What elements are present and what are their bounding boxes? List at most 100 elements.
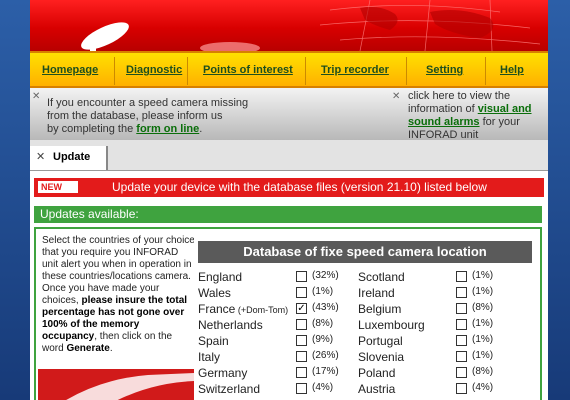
app-window: Homepage Diagnostic Points of interest T… [30, 0, 548, 400]
country-name: Italy [198, 350, 221, 364]
country-name: Germany [198, 366, 248, 380]
country-name: Portugal [358, 334, 403, 348]
country-row: France (+Dom-Tom) ✓ (43%) [198, 302, 352, 316]
info-bar: ✕ If you encounter a speed camera missin… [30, 88, 548, 141]
header-decoration [81, 0, 541, 51]
country-checkbox[interactable] [296, 287, 307, 298]
country-checkbox[interactable] [456, 303, 467, 314]
memory-percentage: (1%) [472, 334, 494, 345]
nav-help[interactable]: Help [500, 64, 524, 76]
country-checkbox[interactable] [296, 351, 307, 362]
nav-setting[interactable]: Setting [426, 64, 463, 76]
note-period: . [199, 123, 203, 135]
memory-percentage: (1%) [472, 350, 494, 361]
memory-percentage: (9%) [312, 334, 334, 345]
country-name: Austria [358, 382, 396, 396]
country-checkbox[interactable] [296, 271, 307, 282]
camera-database-table: Database of fixe speed camera location E… [194, 237, 532, 400]
satellite-dish-icon [81, 22, 129, 51]
country-row: Germany (17%) [198, 366, 352, 380]
country-name: France (+Dom-Tom) [198, 302, 289, 316]
country-checkbox[interactable] [456, 383, 467, 394]
note-line-3: by completing the [47, 123, 134, 135]
country-checkbox[interactable] [296, 335, 307, 346]
country-name: Netherlands [198, 318, 263, 332]
country-name: Spain [198, 334, 229, 348]
country-row: Spain (9%) [198, 334, 352, 348]
memory-percentage: (4%) [312, 382, 334, 393]
visual-sound-alarms-link[interactable]: visual and [478, 103, 532, 115]
country-row: Italy (26%) [198, 350, 352, 364]
country-checkbox[interactable] [456, 319, 467, 330]
updates-available-label: Updates available: [40, 207, 139, 221]
country-row: England (32%) [198, 270, 352, 284]
desktop-left-edge [0, 0, 30, 400]
updates-panel: Select the countries of your choice that… [34, 227, 542, 400]
main-nav: Homepage Diagnostic Points of interest T… [30, 51, 548, 88]
update-notice-bar: NEW Update your device with the database… [34, 178, 544, 197]
visual-sound-alarms-link-2[interactable]: sound alarms [408, 116, 480, 128]
country-checkbox[interactable] [456, 367, 467, 378]
country-checkbox[interactable] [456, 287, 467, 298]
country-row: Wales (1%) [198, 286, 352, 300]
country-checkbox[interactable] [456, 271, 467, 282]
close-icon[interactable]: ✕ [392, 91, 400, 102]
country-name: Switzerland [198, 382, 261, 396]
country-checkbox[interactable] [296, 319, 307, 330]
country-name: Ireland [358, 286, 395, 300]
country-row: Austria (4%) [358, 382, 512, 396]
instructions-text-3: . [109, 343, 113, 354]
road-icon [66, 373, 194, 400]
note-line-1: If you encounter a speed camera missing [47, 97, 249, 109]
country-row: Slovenia (1%) [358, 350, 512, 364]
memory-percentage: (1%) [472, 286, 494, 297]
memory-percentage: (32%) [312, 270, 339, 281]
country-row: Luxembourg (1%) [358, 318, 512, 332]
updates-available-header: Updates available: [34, 206, 542, 223]
memory-percentage: (4%) [472, 382, 494, 393]
memory-percentage: (17%) [312, 366, 339, 377]
desktop-right-edge [548, 0, 570, 400]
country-row: Portugal (1%) [358, 334, 512, 348]
tab-update[interactable]: ✕ Update [30, 146, 108, 170]
memory-percentage: (8%) [472, 302, 494, 313]
note-line-2: from the database, please inform us [47, 110, 223, 122]
country-row: Netherlands (8%) [198, 318, 352, 332]
memory-percentage: (8%) [472, 366, 494, 377]
database-title: Database of fixe speed camera location [198, 241, 532, 263]
country-checkbox[interactable] [296, 367, 307, 378]
country-name: Wales [198, 286, 231, 300]
nav-diagnostic[interactable]: Diagnostic [126, 64, 182, 76]
country-name: Poland [358, 366, 396, 380]
close-icon[interactable]: ✕ [32, 91, 40, 102]
nav-divider [305, 57, 306, 85]
tab-update-label: Update [53, 151, 91, 163]
country-checkbox[interactable] [456, 335, 467, 346]
country-checkbox[interactable] [296, 383, 307, 394]
country-row: Scotland (1%) [358, 270, 512, 284]
instructions-generate-word: Generate [66, 343, 110, 354]
memory-percentage: (43%) [312, 302, 339, 313]
country-name: Belgium [358, 302, 402, 316]
country-row: Belgium (8%) [358, 302, 512, 316]
close-tab-icon[interactable]: ✕ [36, 150, 45, 163]
nav-divider [485, 57, 486, 85]
country-row: Ireland (1%) [358, 286, 512, 300]
update-notice-text: Update your device with the database fil… [112, 180, 487, 194]
nav-homepage[interactable]: Homepage [42, 64, 98, 76]
new-badge: NEW [38, 181, 78, 193]
selection-instructions: Select the countries of your choice that… [42, 235, 196, 355]
update-content: NEW Update your device with the database… [30, 171, 548, 400]
country-subtitle: (+Dom-Tom) [235, 305, 289, 315]
nav-divider [406, 57, 407, 85]
country-row: Poland (8%) [358, 366, 512, 380]
tab-strip: ✕ Update [30, 140, 548, 171]
form-online-link[interactable]: form on line [136, 123, 199, 135]
country-checkbox[interactable] [456, 351, 467, 362]
country-row: Switzerland (4%) [198, 382, 352, 396]
country-name: Luxembourg [358, 318, 425, 332]
nav-points-of-interest[interactable]: Points of interest [203, 64, 293, 76]
nav-divider [187, 57, 188, 85]
country-checkbox[interactable]: ✓ [296, 303, 307, 314]
nav-trip-recorder[interactable]: Trip recorder [321, 64, 389, 76]
